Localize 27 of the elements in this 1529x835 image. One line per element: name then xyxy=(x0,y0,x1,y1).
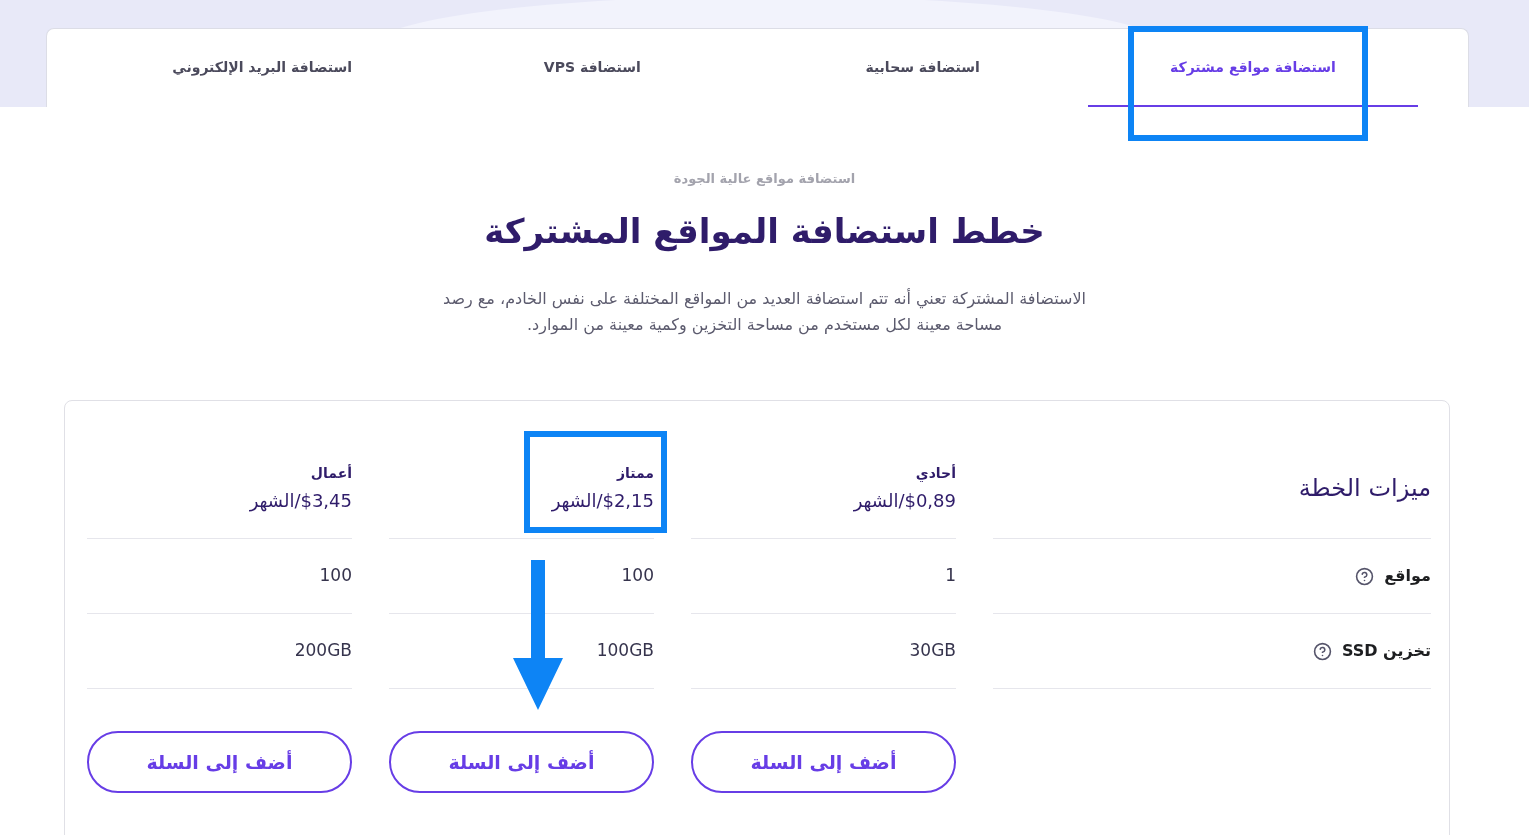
tab[interactable]: استضافة مواقع مشتركة xyxy=(1087,29,1418,107)
feature-value: 1 xyxy=(945,564,956,588)
tab[interactable]: استضافة البريد الإلكتروني xyxy=(97,29,428,107)
plan-name: أحادي xyxy=(914,463,956,483)
feature-value: 100 xyxy=(621,564,654,588)
plan-name: ممتاز xyxy=(615,464,654,483)
feature-value: 100 xyxy=(319,564,352,588)
tab[interactable]: استضافة VPS xyxy=(427,29,758,107)
eyebrow-text: استضافة مواقع عالية الجودة xyxy=(673,170,856,188)
add-to-cart-button[interactable]: أضف إلى السلة xyxy=(389,731,654,793)
feature-value: 100GB xyxy=(596,639,654,663)
description-text: الاستضافة المشتركة تعني أنه تتم استضافة العديد من المواقع المختلفة على نفس الخادم، مع رصد مساحة معينة لكل مستخدم من مساحة التخزين وكمية معينة من الموارد. xyxy=(442,287,1087,337)
features-heading: ميزات الخطة xyxy=(1298,473,1431,504)
plan-price: $0,89/الشهر xyxy=(852,489,956,513)
plan-price: $3,45/الشهر xyxy=(248,489,352,513)
help-icon[interactable] xyxy=(1312,641,1332,661)
feature-label: مواقع xyxy=(1384,565,1431,587)
feature-value: 30GB xyxy=(909,639,956,663)
help-icon[interactable] xyxy=(1355,566,1375,586)
plan-price: $2,15/الشهر xyxy=(550,489,654,513)
feature-label: تخزين SSD xyxy=(1341,640,1431,662)
plan-name: أعمال xyxy=(309,463,352,483)
feature-value: 200GB xyxy=(294,639,352,663)
tab[interactable]: استضافة سحابية xyxy=(757,29,1088,107)
add-to-cart-button[interactable]: أضف إلى السلة xyxy=(691,731,956,793)
add-to-cart-button[interactable]: أضف إلى السلة xyxy=(87,731,352,793)
page-title: خطط استضافة المواقع المشتركة xyxy=(484,210,1045,254)
